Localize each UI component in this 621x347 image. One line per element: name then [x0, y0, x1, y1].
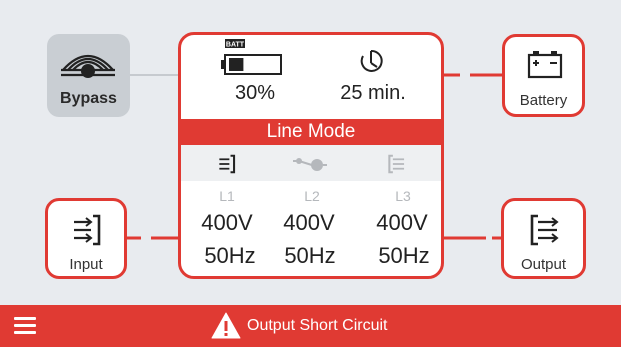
ups-status-screen: Bypass Battery Input Output BATT 30% 25 … [0, 0, 621, 347]
phase-voltage-l3: 400V [376, 210, 428, 235]
battery-fill [229, 58, 244, 71]
battery-percent: 30% [234, 82, 276, 104]
output-arrows-icon [388, 154, 405, 174]
phase-frequency-l3: 50Hz [378, 243, 430, 268]
bypass-label: Bypass [60, 90, 117, 107]
phase-label-l1: L1 [219, 188, 235, 204]
input-arrows-icon [219, 154, 236, 174]
output-arrows-icon [530, 214, 559, 246]
input-arrows-icon [74, 214, 101, 246]
battery-tile[interactable]: Battery [502, 34, 585, 117]
battery-badge: BATT [226, 42, 245, 49]
input-tile[interactable]: Input [45, 198, 127, 279]
battery-level-icon: BATT [221, 39, 282, 75]
mode-title: Line Mode [181, 119, 441, 145]
phase-voltage-l2: 400V [283, 210, 335, 235]
phase-label-l3: L3 [395, 188, 411, 204]
phase-label-l2: L2 [304, 188, 320, 204]
mode-flow-strip [181, 145, 441, 181]
output-tile[interactable]: Output [501, 198, 586, 279]
bypass-tile[interactable]: Bypass [47, 34, 130, 117]
runtime-remaining: 25 min. [340, 82, 406, 104]
phase-voltage-l1: 400V [201, 210, 253, 235]
battery-terminal-icon [527, 51, 563, 79]
bypass-wave-icon [61, 55, 115, 78]
timer-icon [360, 49, 383, 72]
menu-icon[interactable] [14, 315, 40, 337]
phase-frequency-l2: 50Hz [284, 243, 336, 268]
output-label: Output [520, 256, 567, 273]
status-bar: Output Short Circuit [0, 305, 621, 347]
input-label: Input [69, 256, 103, 273]
warning-triangle-icon [211, 312, 241, 339]
alert-text: Output Short Circuit [247, 317, 388, 334]
status-panel: BATT 30% 25 min. Line Mode L1 L2 L3 400V… [178, 32, 444, 279]
phase-frequency-l1: 50Hz [204, 243, 256, 268]
bypass-switch-icon [293, 158, 327, 171]
battery-label: Battery [519, 92, 568, 109]
